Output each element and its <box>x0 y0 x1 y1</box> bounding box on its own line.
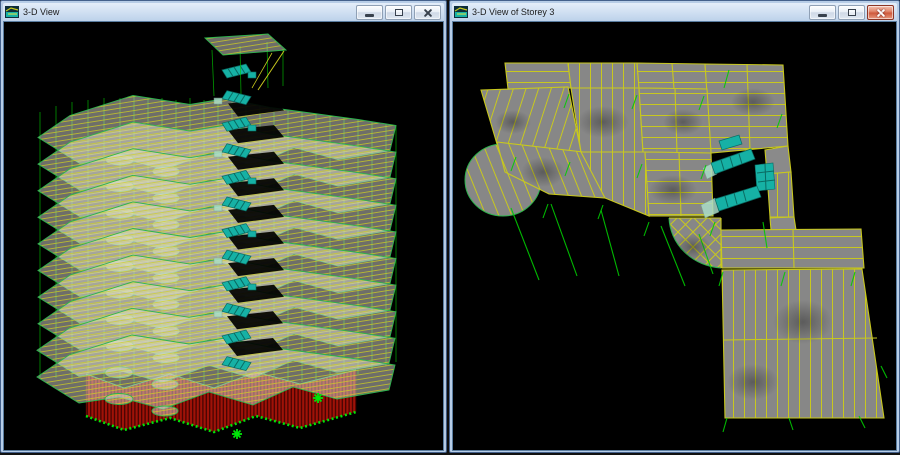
close-button[interactable] <box>867 5 894 20</box>
restore-icon <box>395 9 403 16</box>
restore-button[interactable] <box>838 5 865 20</box>
restore-icon <box>848 9 856 16</box>
window-storey-view: 3-D View of Storey 3 <box>449 0 900 453</box>
restore-button[interactable] <box>385 5 412 20</box>
app-model-icon <box>454 6 468 18</box>
right-plan-viewport[interactable] <box>453 22 896 449</box>
client-area-storey-view[interactable] <box>452 21 897 451</box>
close-button[interactable] <box>414 5 441 20</box>
minimize-button[interactable] <box>809 5 836 20</box>
window-title: 3-D View <box>23 6 352 18</box>
window-controls <box>809 5 894 20</box>
close-icon <box>423 8 433 17</box>
minimize-icon <box>818 14 827 17</box>
left-3d-viewport[interactable] <box>4 22 443 449</box>
floor-plates <box>37 96 396 417</box>
titlebar-storey-view[interactable]: 3-D View of Storey 3 <box>452 3 897 21</box>
window-controls <box>356 5 441 20</box>
app-model-icon <box>5 6 19 18</box>
client-area-3d-view[interactable] <box>3 21 444 451</box>
close-icon <box>876 8 886 17</box>
titlebar-3d-view[interactable]: 3-D View <box>3 3 444 21</box>
window-3d-view: 3-D View <box>0 0 447 453</box>
minimize-icon <box>365 14 374 17</box>
minimize-button[interactable] <box>356 5 383 20</box>
window-title: 3-D View of Storey 3 <box>472 6 805 18</box>
